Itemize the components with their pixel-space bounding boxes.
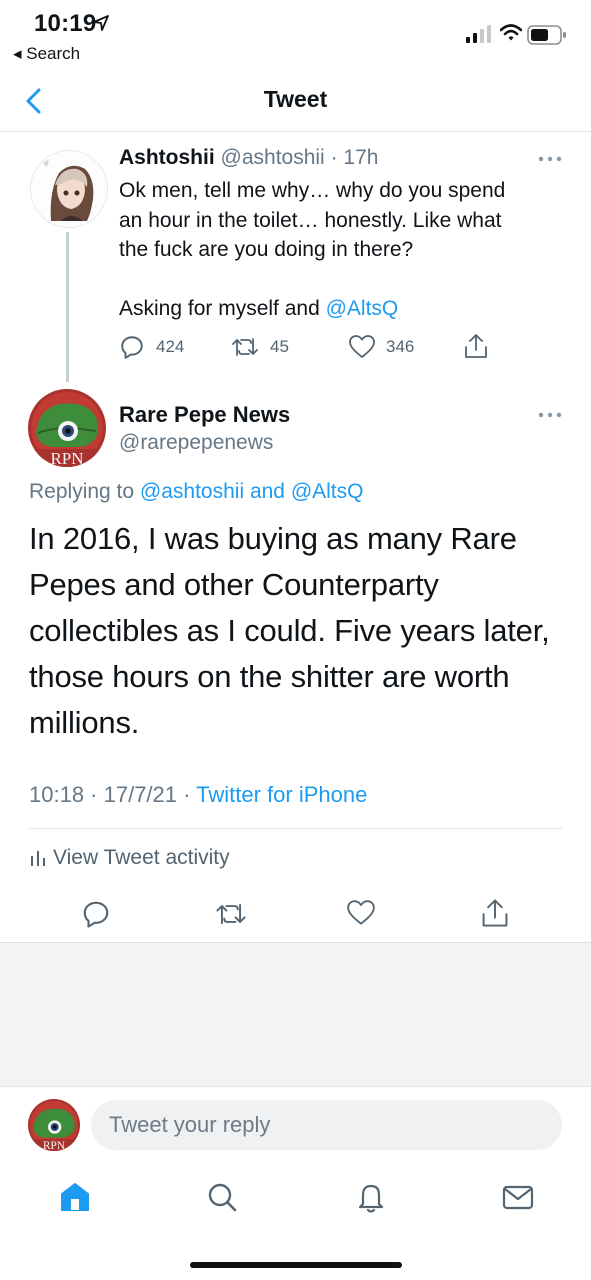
tweet-text: Ok men, tell me why… why do you spend an…	[119, 176, 559, 324]
replying-to: Replying to @ashtoshii and @AltsQ	[29, 480, 363, 504]
avatar-label: RPN	[43, 1140, 65, 1151]
divider	[0, 1086, 591, 1087]
mail-icon[interactable]	[501, 1180, 535, 1214]
empty-replies-area	[0, 943, 591, 1087]
view-activity-button[interactable]: View Tweet activity	[29, 846, 230, 870]
bell-icon[interactable]	[354, 1180, 388, 1214]
reply-input[interactable]	[91, 1100, 562, 1150]
back-to-search[interactable]: ◂ Search	[13, 44, 80, 64]
author-name[interactable]: Ashtoshii	[119, 146, 215, 169]
avatar-label: RPN	[50, 449, 83, 467]
tweet-meta: 10:18 · 17/7/21 · Twitter for iPhone	[29, 782, 367, 808]
retweet-icon[interactable]	[230, 334, 260, 360]
tweet-line: Ok men, tell me why… why do you spend	[119, 179, 506, 202]
home-indicator[interactable]	[190, 1262, 402, 1268]
page-title: Tweet	[263, 86, 328, 112]
tweet-line: the fuck are you doing in there?	[119, 238, 414, 261]
header-divider	[0, 131, 591, 132]
author-handle[interactable]: @rarepepenews	[119, 431, 273, 455]
reply-icon[interactable]	[119, 334, 145, 360]
home-icon[interactable]	[58, 1180, 92, 1214]
tweet-timestamp: 10:18 · 17/7/21 ·	[29, 782, 197, 807]
tweet-source-link[interactable]: Twitter for iPhone	[196, 782, 367, 807]
search-icon[interactable]	[205, 1180, 239, 1214]
reply-count: 424	[156, 337, 185, 356]
retweet-icon[interactable]	[214, 899, 248, 929]
author-name[interactable]: Rare Pepe News	[119, 402, 290, 428]
like-count: 346	[386, 337, 415, 356]
activity-label: View Tweet activity	[53, 846, 230, 869]
mention-link[interactable]: @AltsQ	[326, 297, 399, 320]
retweet-count: 45	[270, 337, 289, 356]
replying-mentions[interactable]: @ashtoshii and @AltsQ	[140, 480, 364, 503]
replying-label: Replying to	[29, 480, 140, 503]
avatar[interactable]: RPN	[28, 1099, 80, 1151]
like-icon[interactable]	[346, 899, 376, 927]
author-handle[interactable]: @ashtoshii	[221, 146, 325, 169]
bar-chart-icon	[31, 851, 45, 866]
battery-icon	[527, 25, 566, 45]
avatar[interactable]: RPN	[28, 389, 106, 467]
status-time: 10:19	[34, 10, 97, 37]
tweet-header: Ashtoshii @ashtoshii · 17h	[119, 146, 378, 170]
reply-icon[interactable]	[81, 899, 111, 929]
location-arrow-icon	[93, 15, 109, 31]
tweet-line: Asking for myself and	[119, 297, 326, 320]
share-icon[interactable]	[480, 897, 510, 929]
tweet-line: an hour in the toilet… honestly. Like wh…	[119, 208, 502, 232]
tweet-time: · 17h	[330, 146, 379, 169]
divider	[29, 828, 562, 829]
wifi-icon	[500, 24, 522, 41]
tweet-text: In 2016, I was buying as many Rare Pepes…	[29, 521, 550, 740]
avatar[interactable]	[30, 150, 108, 228]
thread-connector	[66, 232, 69, 382]
signal-icon	[466, 25, 491, 43]
more-icon[interactable]	[537, 155, 563, 163]
share-icon[interactable]	[463, 332, 489, 360]
like-icon[interactable]	[348, 334, 376, 360]
more-icon[interactable]	[537, 411, 563, 419]
